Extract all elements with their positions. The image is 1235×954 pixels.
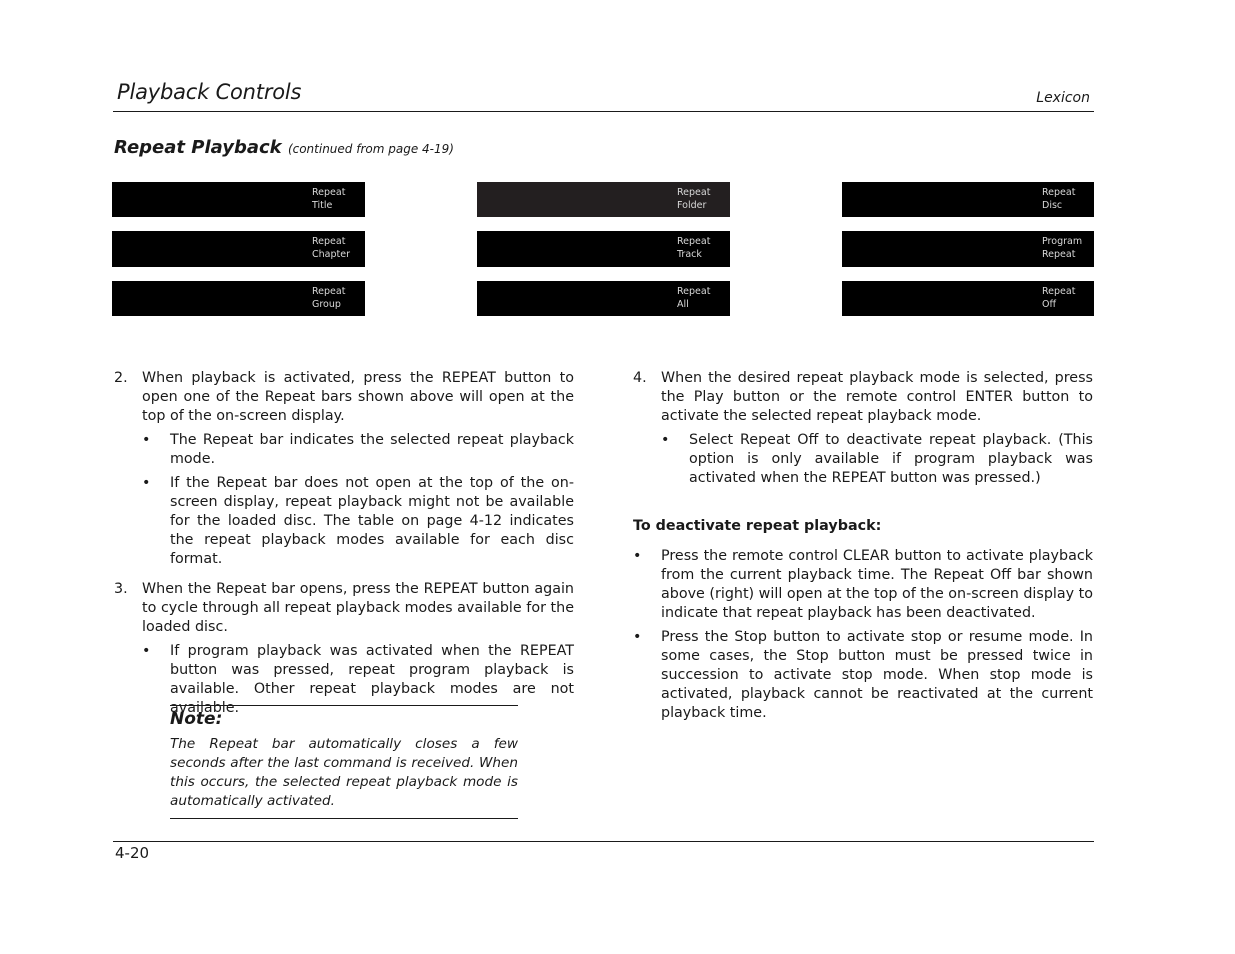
bullet-item: • The Repeat bar indicates the selected …	[142, 431, 574, 469]
bullet-item: • If the Repeat bar does not open at the…	[142, 474, 574, 569]
bullet-icon: •	[142, 643, 151, 659]
note-body: The Repeat bar automatically closes a fe…	[170, 736, 518, 809]
step-4: 4. When the desired repeat playback mode…	[633, 369, 1093, 488]
step-number: 2.	[114, 370, 128, 386]
osd-bar-label: Repeat Chapter	[312, 236, 350, 260]
footer-divider	[113, 841, 1094, 842]
osd-bar-repeat-disc: Repeat Disc	[842, 182, 1094, 217]
deactivate-bullet: • Press the Stop button to activate stop…	[633, 628, 1093, 723]
header-divider	[113, 111, 1094, 112]
bullet-text: If the Repeat bar does not open at the t…	[170, 475, 574, 567]
osd-bar-label: Repeat Title	[312, 187, 346, 211]
note-heading: Note:	[170, 709, 223, 729]
osd-bar-label: Program Repeat	[1042, 236, 1083, 260]
osd-bar-label: Repeat Folder	[677, 187, 711, 211]
osd-bar-repeat-track: Repeat Track	[477, 231, 730, 267]
note-top-rule	[170, 705, 518, 706]
osd-bar-label: Repeat Disc	[1042, 187, 1076, 211]
step-2: 2. When playback is activated, press the…	[114, 369, 574, 569]
osd-bar-repeat-chapter: Repeat Chapter	[112, 231, 365, 267]
osd-bar-label: Repeat Off	[1042, 286, 1076, 310]
section-heading: Repeat Playback (continued from page 4-1…	[114, 137, 454, 158]
osd-bar-repeat-all: Repeat All	[477, 281, 730, 316]
right-column: 4. When the desired repeat playback mode…	[633, 369, 1093, 723]
step-text: When the Repeat bar opens, press the REP…	[142, 581, 574, 635]
osd-bar-repeat-off: Repeat Off	[842, 281, 1094, 316]
step-3: 3. When the Repeat bar opens, press the …	[114, 580, 574, 718]
bullet-text: The Repeat bar indicates the selected re…	[170, 432, 574, 467]
bullet-icon: •	[142, 475, 151, 491]
brand-name: Lexicon	[1036, 90, 1090, 106]
page-number: 4-20	[115, 844, 150, 862]
step-text: When playback is activated, press the RE…	[142, 370, 574, 424]
step-text: When the desired repeat playback mode is…	[661, 370, 1093, 424]
bullet-icon: •	[661, 432, 670, 448]
bullet-text: Select Repeat Off to deactivate repeat p…	[689, 432, 1093, 486]
note-bottom-rule	[170, 818, 518, 819]
bullet-icon: •	[633, 548, 642, 564]
section-subtitle: (continued from page 4-19)	[287, 142, 454, 156]
section-title: Repeat Playback	[114, 137, 282, 158]
osd-bar-label: Repeat All	[677, 286, 711, 310]
bullet-text: Press the remote control CLEAR button to…	[661, 548, 1093, 621]
step-number: 4.	[633, 370, 647, 386]
osd-bar-repeat-folder: Repeat Folder	[477, 182, 730, 217]
osd-bar-program-repeat: Program Repeat	[842, 231, 1094, 267]
bullet-icon: •	[142, 432, 151, 448]
deactivate-heading: To deactivate repeat playback:	[633, 518, 882, 534]
left-column: 2. When playback is activated, press the…	[114, 369, 574, 718]
page-title: Playback Controls	[117, 80, 302, 104]
deactivate-bullet: • Press the remote control CLEAR button …	[633, 547, 1093, 623]
bullet-item: • Select Repeat Off to deactivate repeat…	[661, 431, 1093, 488]
osd-bar-label: Repeat Group	[312, 286, 346, 310]
osd-bar-repeat-title: Repeat Title	[112, 182, 365, 217]
bullet-text: Press the Stop button to activate stop o…	[661, 629, 1093, 721]
osd-bar-repeat-group: Repeat Group	[112, 281, 365, 316]
osd-bar-label: Repeat Track	[677, 236, 711, 260]
bullet-icon: •	[633, 629, 642, 645]
note-box: Note: The Repeat bar automatically close…	[170, 705, 518, 819]
step-number: 3.	[114, 581, 128, 597]
